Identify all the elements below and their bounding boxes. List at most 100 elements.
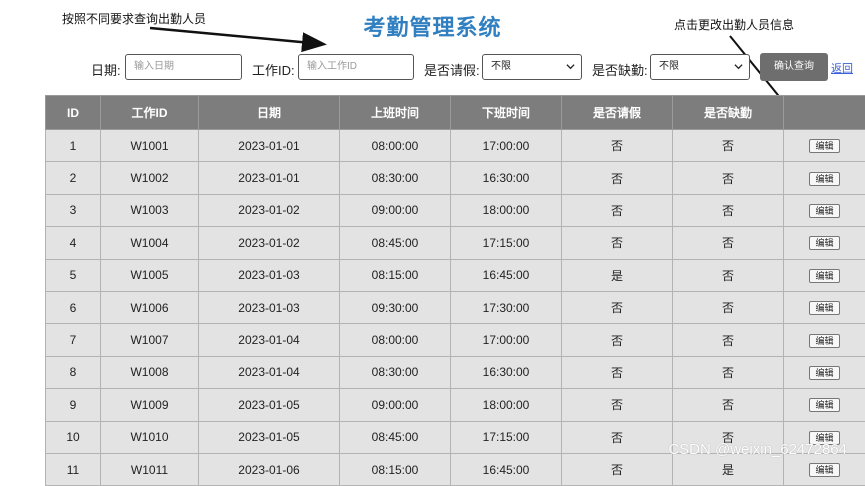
cell-on-leave: 否: [562, 421, 673, 453]
cell-date: 2023-01-06: [199, 453, 340, 485]
edit-button[interactable]: 编辑: [809, 301, 839, 315]
cell-absent: 否: [673, 162, 784, 194]
cell-actions: 编辑: [784, 389, 865, 421]
cell-id: 3: [46, 194, 101, 226]
cell-actions: 编辑: [784, 324, 865, 356]
watermark: CSDN @weixin_62472864: [668, 441, 847, 458]
edit-button[interactable]: 编辑: [809, 204, 839, 218]
header-date: 日期: [199, 96, 340, 130]
cell-actions: 编辑: [784, 291, 865, 323]
cell-clock-out: 17:15:00: [451, 421, 562, 453]
cell-work-id: W1004: [101, 227, 199, 259]
cell-clock-out: 17:00:00: [451, 130, 562, 162]
cell-absent: 否: [673, 259, 784, 291]
cell-clock-out: 17:00:00: [451, 324, 562, 356]
cell-id: 10: [46, 421, 101, 453]
cell-id: 7: [46, 324, 101, 356]
cell-work-id: W1008: [101, 356, 199, 388]
header-actions: [784, 96, 865, 130]
edit-button[interactable]: 编辑: [809, 334, 839, 348]
annotation-query-note: 按照不同要求查询出勤人员: [62, 10, 206, 27]
edit-button[interactable]: 编辑: [809, 172, 839, 186]
edit-button[interactable]: 编辑: [809, 398, 839, 412]
edit-button[interactable]: 编辑: [809, 366, 839, 380]
cell-id: 2: [46, 162, 101, 194]
cell-clock-in: 08:15:00: [340, 453, 451, 485]
cell-on-leave: 否: [562, 356, 673, 388]
cell-absent: 否: [673, 291, 784, 323]
cell-date: 2023-01-04: [199, 356, 340, 388]
cell-work-id: W1002: [101, 162, 199, 194]
cell-clock-in: 08:15:00: [340, 259, 451, 291]
work-id-label: 工作ID:: [252, 60, 295, 79]
back-link[interactable]: 返回: [831, 60, 853, 76]
cell-date: 2023-01-03: [199, 259, 340, 291]
cell-absent: 是: [673, 453, 784, 485]
table-row: 9W10092023-01-0509:00:0018:00:00否否编辑: [46, 389, 865, 421]
cell-date: 2023-01-02: [199, 194, 340, 226]
cell-clock-in: 08:00:00: [340, 324, 451, 356]
filter-bar: 日期: 输入日期 工作ID: 输入工作ID 是否请假: 不限 是否缺勤: 不限 …: [0, 54, 865, 82]
attendance-table: ID 工作ID 日期 上班时间 下班时间 是否请假 是否缺勤 1W1001202…: [45, 95, 865, 486]
cell-id: 11: [46, 453, 101, 485]
cell-on-leave: 是: [562, 259, 673, 291]
cell-on-leave: 否: [562, 162, 673, 194]
edit-button[interactable]: 编辑: [809, 269, 839, 283]
leave-select-value: 不限: [491, 61, 511, 72]
header-clock-in: 上班时间: [340, 96, 451, 130]
absent-label: 是否缺勤:: [592, 60, 648, 79]
leave-select[interactable]: 不限: [482, 54, 582, 80]
header-work-id: 工作ID: [101, 96, 199, 130]
cell-id: 9: [46, 389, 101, 421]
table-row: 4W10042023-01-0208:45:0017:15:00否否编辑: [46, 227, 865, 259]
cell-actions: 编辑: [784, 194, 865, 226]
query-button[interactable]: 确认查询: [760, 53, 828, 81]
cell-on-leave: 否: [562, 324, 673, 356]
cell-on-leave: 否: [562, 130, 673, 162]
cell-clock-out: 18:00:00: [451, 389, 562, 421]
date-input[interactable]: 输入日期: [125, 54, 242, 80]
absent-select-value: 不限: [659, 61, 679, 72]
cell-absent: 否: [673, 324, 784, 356]
cell-work-id: W1009: [101, 389, 199, 421]
cell-date: 2023-01-05: [199, 421, 340, 453]
cell-absent: 否: [673, 194, 784, 226]
cell-on-leave: 否: [562, 453, 673, 485]
cell-absent: 否: [673, 130, 784, 162]
cell-actions: 编辑: [784, 162, 865, 194]
absent-select[interactable]: 不限: [650, 54, 750, 80]
leave-label: 是否请假:: [424, 60, 480, 79]
cell-work-id: W1011: [101, 453, 199, 485]
cell-work-id: W1001: [101, 130, 199, 162]
cell-id: 1: [46, 130, 101, 162]
cell-clock-in: 09:30:00: [340, 291, 451, 323]
work-id-input[interactable]: 输入工作ID: [298, 54, 414, 80]
date-label: 日期:: [91, 60, 121, 79]
cell-date: 2023-01-05: [199, 389, 340, 421]
edit-button[interactable]: 编辑: [809, 463, 839, 477]
cell-actions: 编辑: [784, 259, 865, 291]
cell-id: 6: [46, 291, 101, 323]
table-row: 8W10082023-01-0408:30:0016:30:00否否编辑: [46, 356, 865, 388]
cell-work-id: W1005: [101, 259, 199, 291]
cell-id: 8: [46, 356, 101, 388]
cell-date: 2023-01-02: [199, 227, 340, 259]
cell-actions: 编辑: [784, 130, 865, 162]
edit-button[interactable]: 编辑: [809, 236, 839, 250]
cell-actions: 编辑: [784, 227, 865, 259]
cell-clock-out: 16:30:00: [451, 162, 562, 194]
cell-clock-in: 09:00:00: [340, 194, 451, 226]
cell-on-leave: 否: [562, 291, 673, 323]
cell-date: 2023-01-01: [199, 162, 340, 194]
table-header-row: ID 工作ID 日期 上班时间 下班时间 是否请假 是否缺勤: [46, 96, 865, 130]
cell-clock-out: 16:45:00: [451, 453, 562, 485]
cell-on-leave: 否: [562, 389, 673, 421]
table-row: 7W10072023-01-0408:00:0017:00:00否否编辑: [46, 324, 865, 356]
cell-absent: 否: [673, 356, 784, 388]
table-row: 3W10032023-01-0209:00:0018:00:00否否编辑: [46, 194, 865, 226]
table-row: 2W10022023-01-0108:30:0016:30:00否否编辑: [46, 162, 865, 194]
table-row: 5W10052023-01-0308:15:0016:45:00是否编辑: [46, 259, 865, 291]
cell-clock-in: 08:30:00: [340, 162, 451, 194]
cell-date: 2023-01-04: [199, 324, 340, 356]
edit-button[interactable]: 编辑: [809, 139, 839, 153]
